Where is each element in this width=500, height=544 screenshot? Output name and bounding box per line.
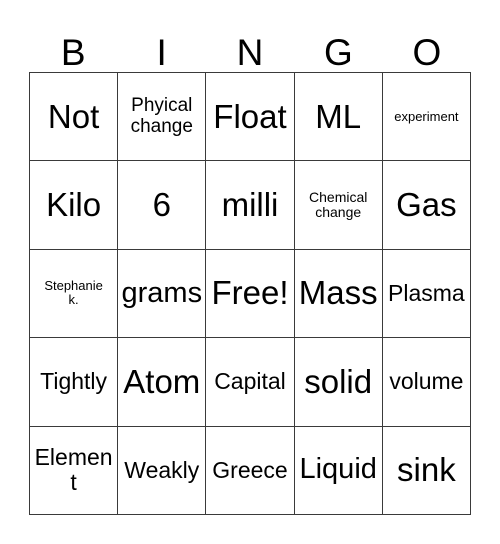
bingo-header-letter-o: O	[412, 32, 442, 73]
bingo-cell-label: grams	[121, 276, 203, 309]
bingo-cell-o1[interactable]: experiment	[382, 73, 471, 162]
bingo-cell-g1[interactable]: ML	[294, 73, 383, 162]
bingo-cell-i4[interactable]: Atom	[118, 338, 207, 427]
bingo-cell-o2[interactable]: Gas	[382, 161, 471, 250]
bingo-cell-o4[interactable]: volume	[382, 338, 471, 427]
bingo-cell-g3[interactable]: Mass	[294, 249, 383, 339]
bingo-cell-b5[interactable]: Element	[30, 426, 119, 515]
bingo-cell-g4[interactable]: solid	[294, 338, 383, 427]
bingo-cell-label: milli	[221, 185, 279, 223]
bingo-cell-label: solid	[304, 362, 373, 400]
bingo-cell-label: Atom	[123, 362, 201, 400]
bingo-cell-label: experiment	[394, 108, 459, 124]
bingo-cell-i3[interactable]: grams	[118, 249, 207, 339]
bingo-cell-free-space[interactable]: Free!	[206, 249, 295, 339]
bingo-cell-b4[interactable]: Tightly	[30, 338, 119, 427]
bingo-cell-label: ML	[315, 97, 362, 135]
bingo-header-letter-b: B	[60, 32, 86, 73]
bingo-cell-label: Kilo	[46, 185, 102, 223]
bingo-header-letter-n: N	[236, 32, 264, 73]
bingo-header-letter-g: G	[324, 32, 353, 73]
bingo-cell-g5[interactable]: Liquid	[294, 426, 383, 515]
bingo-cell-label: 6	[152, 185, 171, 223]
bingo-cell-b1[interactable]: Not	[30, 73, 119, 162]
bingo-cell-label: Float	[213, 97, 287, 135]
bingo-cell-label: Mass	[298, 274, 378, 312]
bingo-grid: Not Phyical change Float ML experiment K…	[29, 72, 471, 515]
bingo-cell-label: volume	[389, 368, 464, 395]
bingo-cell-label: Free!	[211, 274, 289, 312]
bingo-cell-label: Gas	[396, 185, 457, 223]
bingo-cell-label: Tightly	[40, 368, 108, 395]
bingo-cell-label: Not	[47, 97, 100, 135]
bingo-cell-label: Phyical change	[130, 94, 193, 137]
bingo-card: B I N G O Not Phyical change Float ML ex…	[0, 0, 500, 544]
bingo-cell-label: Element	[34, 444, 113, 496]
bingo-cell-label: Greece	[212, 456, 288, 483]
bingo-cell-o3[interactable]: Plasma	[382, 249, 471, 339]
bingo-cell-label: sink	[397, 451, 456, 489]
bingo-cell-b3[interactable]: Stephanie k.	[30, 249, 119, 339]
bingo-cell-label: Capital	[214, 368, 286, 395]
bingo-cell-i1[interactable]: Phyical change	[118, 73, 207, 162]
bingo-cell-b2[interactable]: Kilo	[30, 161, 119, 250]
bingo-cell-label: Plasma	[388, 279, 465, 306]
bingo-cell-n1[interactable]: Float	[206, 73, 295, 162]
bingo-cell-label: Stephanie k.	[44, 278, 103, 308]
bingo-cell-label: Liquid	[299, 453, 377, 486]
bingo-cell-n4[interactable]: Capital	[206, 338, 295, 427]
bingo-cell-label: Weakly	[124, 456, 200, 483]
bingo-cell-label: Chemical change	[309, 188, 368, 221]
bingo-cell-i2[interactable]: 6	[118, 161, 207, 250]
bingo-cell-n2[interactable]: milli	[206, 161, 295, 250]
bingo-cell-n5[interactable]: Greece	[206, 426, 295, 515]
bingo-cell-i5[interactable]: Weakly	[118, 426, 207, 515]
bingo-header-row: B I N G O	[29, 22, 471, 72]
bingo-cell-o5[interactable]: sink	[382, 426, 471, 515]
bingo-header-letter-i: I	[156, 32, 167, 73]
bingo-cell-g2[interactable]: Chemical change	[294, 161, 383, 250]
